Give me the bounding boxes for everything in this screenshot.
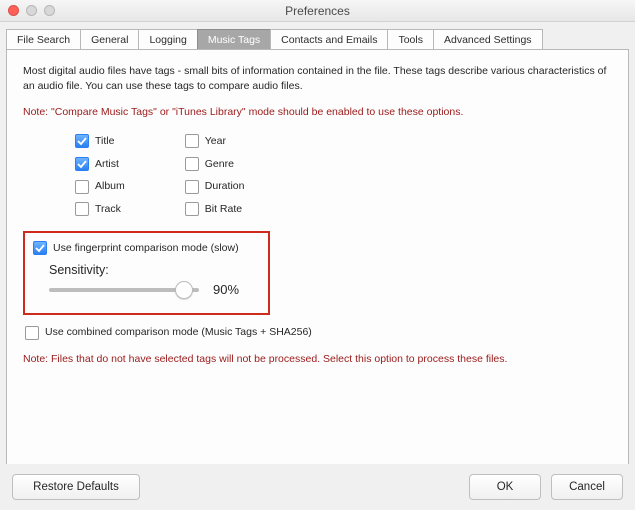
cancel-button[interactable]: Cancel <box>551 474 623 500</box>
window-title: Preferences <box>285 4 350 18</box>
tab-file-search[interactable]: File Search <box>6 29 81 50</box>
slider-thumb[interactable] <box>175 281 193 299</box>
checkbox-box <box>75 134 89 148</box>
fingerprint-highlight-box: Use fingerprint comparison mode (slow) S… <box>23 231 270 315</box>
checkbox-box <box>185 134 199 148</box>
checkbox-label: Duration <box>205 179 245 194</box>
dialog-footer: Restore Defaults OK Cancel <box>0 464 635 510</box>
tag-col-right: Year Genre Duration Bit Rate <box>185 134 245 217</box>
checkbox-title[interactable]: Title <box>75 134 125 149</box>
sensitivity-label: Sensitivity: <box>49 262 109 280</box>
tab-advanced-settings[interactable]: Advanced Settings <box>433 29 543 50</box>
sensitivity-slider[interactable] <box>49 282 199 298</box>
tab-bar: File Search General Logging Music Tags C… <box>0 22 635 49</box>
checkbox-box <box>75 157 89 171</box>
sensitivity-row: Sensitivity: <box>49 262 258 280</box>
checkbox-artist[interactable]: Artist <box>75 157 125 172</box>
checkbox-combined-mode[interactable]: Use combined comparison mode (Music Tags… <box>25 325 612 340</box>
checkbox-fingerprint[interactable]: Use fingerprint comparison mode (slow) <box>33 241 258 256</box>
close-window-button[interactable] <box>8 5 19 16</box>
checkbox-box <box>75 202 89 216</box>
tab-pane: Most digital audio files have tags - sma… <box>6 49 629 471</box>
tab-contacts-emails[interactable]: Contacts and Emails <box>270 29 388 50</box>
checkbox-album[interactable]: Album <box>75 179 125 194</box>
checkbox-genre[interactable]: Genre <box>185 157 245 172</box>
checkbox-year[interactable]: Year <box>185 134 245 149</box>
note-untagged-files: Note: Files that do not have selected ta… <box>23 352 612 367</box>
tab-logging[interactable]: Logging <box>138 29 197 50</box>
sensitivity-value: 90% <box>213 281 239 299</box>
intro-text: Most digital audio files have tags - sma… <box>23 64 612 93</box>
checkbox-label: Track <box>95 202 121 217</box>
checkbox-label: Genre <box>205 157 234 172</box>
checkbox-label: Bit Rate <box>205 202 242 217</box>
title-bar: Preferences <box>0 0 635 22</box>
checkbox-box <box>185 157 199 171</box>
checkbox-label: Use fingerprint comparison mode (slow) <box>53 241 239 256</box>
tag-checkbox-grid: Title Artist Album Track Year Genre <box>75 134 612 217</box>
checkbox-bitrate[interactable]: Bit Rate <box>185 202 245 217</box>
checkbox-label: Use combined comparison mode (Music Tags… <box>45 325 312 340</box>
minimize-window-button[interactable] <box>26 5 37 16</box>
window-controls <box>8 5 55 16</box>
checkbox-duration[interactable]: Duration <box>185 179 245 194</box>
tab-general[interactable]: General <box>80 29 139 50</box>
checkbox-box <box>33 241 47 255</box>
checkbox-box <box>185 202 199 216</box>
checkbox-box <box>25 326 39 340</box>
restore-defaults-button[interactable]: Restore Defaults <box>12 474 140 500</box>
checkbox-box <box>185 180 199 194</box>
checkbox-label: Artist <box>95 157 119 172</box>
note-enable-mode: Note: "Compare Music Tags" or "iTunes Li… <box>23 105 612 120</box>
tab-music-tags[interactable]: Music Tags <box>197 29 271 50</box>
footer-right-buttons: OK Cancel <box>469 474 623 500</box>
checkbox-box <box>75 180 89 194</box>
ok-button[interactable]: OK <box>469 474 541 500</box>
checkbox-label: Title <box>95 134 114 149</box>
checkbox-label: Album <box>95 179 125 194</box>
tag-col-left: Title Artist Album Track <box>75 134 125 217</box>
zoom-window-button[interactable] <box>44 5 55 16</box>
checkbox-label: Year <box>205 134 226 149</box>
sensitivity-slider-row: 90% <box>49 281 258 299</box>
checkbox-track[interactable]: Track <box>75 202 125 217</box>
tab-tools[interactable]: Tools <box>387 29 434 50</box>
